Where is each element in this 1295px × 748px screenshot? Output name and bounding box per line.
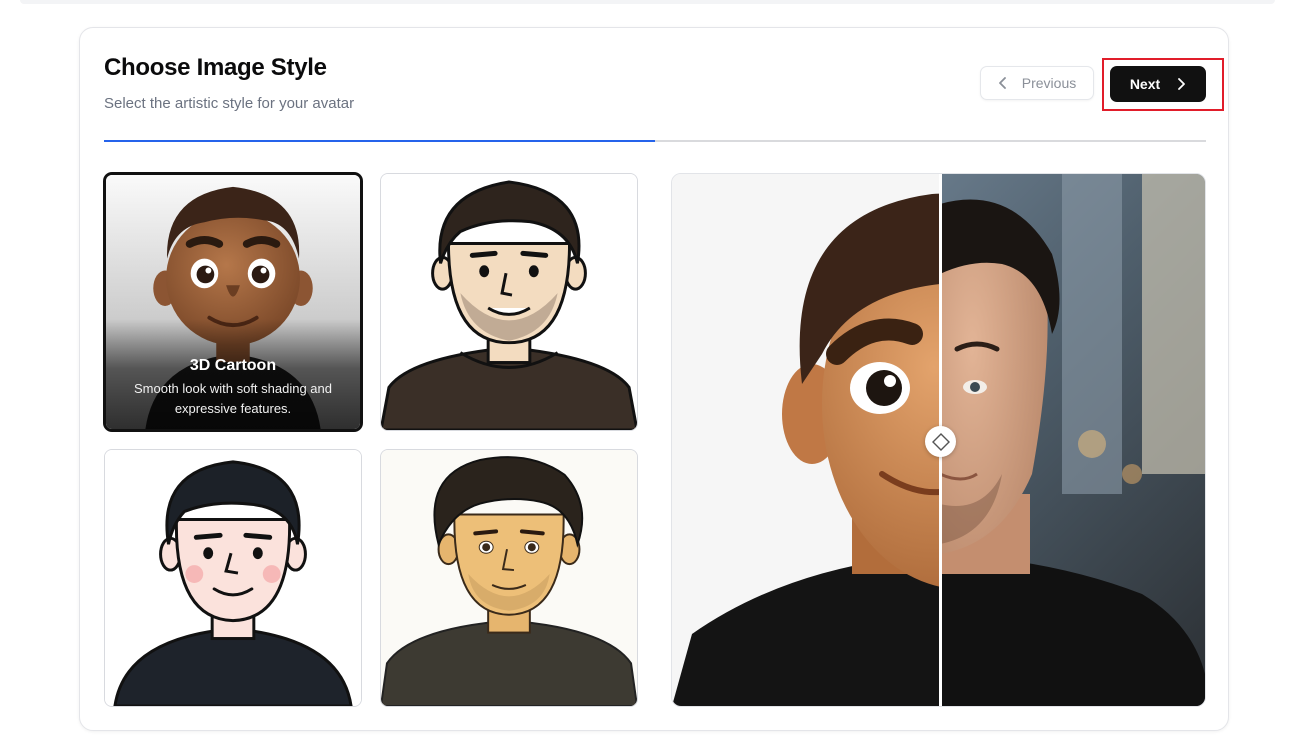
- chevron-left-icon: [998, 77, 1006, 89]
- illustrated-avatar-icon: [381, 450, 637, 706]
- top-border: [20, 0, 1275, 4]
- style-option-flat-cartoon[interactable]: [104, 449, 362, 707]
- style-grid: 3D Cartoon Smooth look with soft shading…: [104, 173, 639, 707]
- style-description: Smooth look with soft shading and expres…: [133, 381, 332, 416]
- previous-label: Previous: [1021, 75, 1077, 91]
- line-art-avatar-icon: [381, 174, 637, 430]
- flat-cartoon-avatar-icon: [105, 450, 361, 706]
- next-button[interactable]: Next: [1110, 66, 1206, 102]
- diamond-handle-icon: [931, 432, 950, 451]
- style-comparison-viewer[interactable]: [671, 173, 1206, 707]
- page-subtitle: Select the artistic style for your avata…: [104, 95, 355, 112]
- progress-fill: [104, 140, 655, 142]
- style-option-line-art[interactable]: [380, 173, 638, 431]
- style-caption: 3D Cartoon Smooth look with soft shading…: [106, 319, 360, 429]
- comparison-handle[interactable]: [925, 426, 956, 457]
- style-selection-card: Choose Image Style Select the artistic s…: [79, 27, 1229, 731]
- progress-bar: [104, 140, 1206, 142]
- previous-button[interactable]: Previous: [980, 66, 1094, 100]
- style-option-3d-cartoon[interactable]: 3D Cartoon Smooth look with soft shading…: [104, 173, 362, 431]
- next-label: Next: [1129, 76, 1161, 92]
- chevron-right-icon: [1178, 78, 1186, 90]
- page-title: Choose Image Style: [104, 54, 327, 81]
- style-name: 3D Cartoon: [189, 357, 277, 374]
- style-option-illustrated[interactable]: [380, 449, 638, 707]
